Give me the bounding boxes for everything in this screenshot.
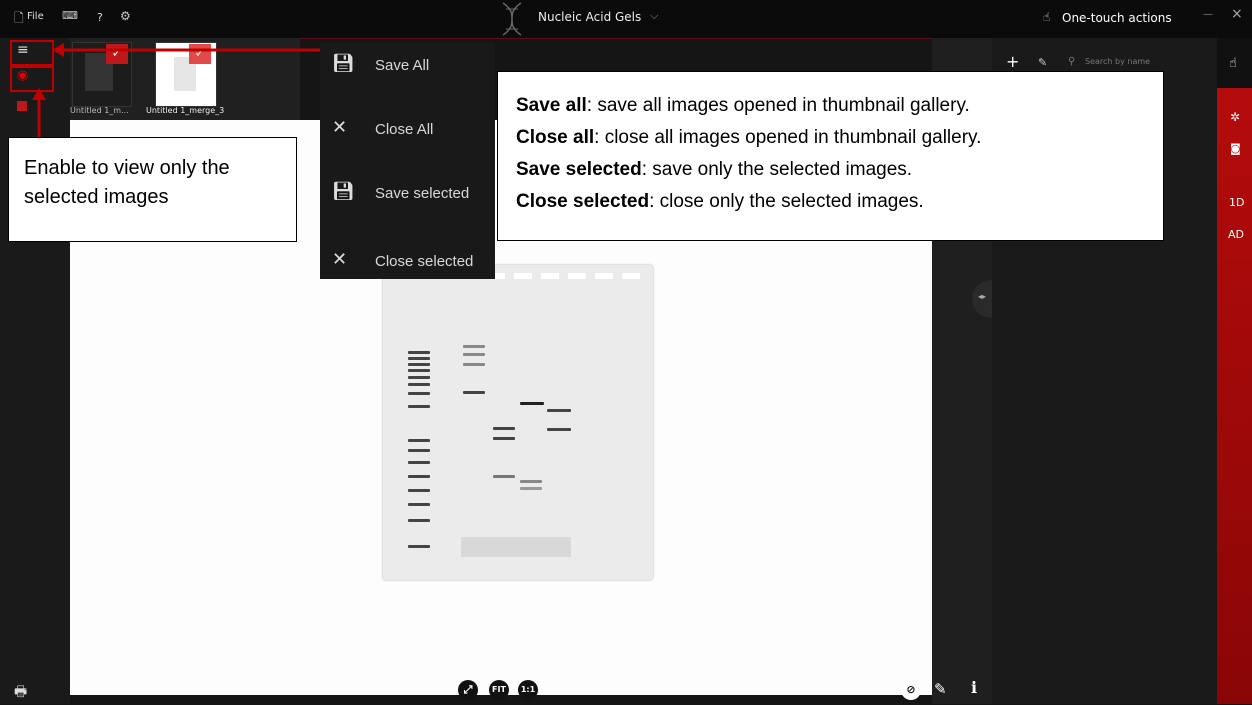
term: Save selected	[516, 159, 642, 180]
fit-button[interactable]: FIT	[489, 680, 509, 700]
ladder-band	[408, 369, 430, 372]
description-list: Save all: save all images opened in thum…	[516, 90, 981, 218]
sample-band	[463, 363, 485, 366]
search-input[interactable]: Search by name	[1085, 57, 1150, 66]
description-close-all: Close all: close all images opened in th…	[516, 122, 981, 154]
term: Save all	[516, 95, 587, 116]
ladder-band	[408, 439, 430, 442]
close-icon: ✕	[332, 117, 348, 138]
tool-1d[interactable]: 1D	[1229, 196, 1244, 209]
term: Close selected	[516, 191, 650, 212]
camera-icon[interactable]: ◙	[1230, 142, 1241, 155]
sample-band	[463, 353, 485, 356]
ladder-band	[408, 545, 430, 548]
menu-item-save-all[interactable]: 💾︎ Save All	[320, 43, 495, 93]
menu-item-close-selected[interactable]: ✕ Close selected	[320, 229, 495, 279]
sample-band	[547, 409, 571, 412]
ladder-band	[408, 489, 430, 492]
one-to-one-button[interactable]: 1:1	[518, 680, 538, 700]
save-icon: 💾︎	[332, 53, 355, 74]
expand-icon[interactable]: ⤢	[458, 680, 478, 700]
term-description: : save only the selected images.	[641, 159, 913, 180]
edit-icon[interactable]: ✎	[1038, 56, 1047, 69]
ladder-band	[408, 383, 430, 386]
aperture-icon[interactable]: ✲	[1230, 110, 1240, 124]
ladder-band	[408, 405, 430, 408]
ladder-band	[408, 357, 430, 360]
close-icon: ✕	[332, 249, 348, 270]
sample-band	[493, 475, 515, 478]
menu-item-label: Close selected	[375, 253, 474, 270]
menu-item-label: Save All	[375, 57, 430, 74]
ladder-band	[408, 461, 430, 464]
primer-smear	[461, 537, 571, 557]
sample-band	[493, 427, 515, 430]
tools-sidebar	[1217, 38, 1252, 704]
description-close-selected: Close selected: close only the selected …	[516, 186, 981, 218]
description-save-selected: Save selected: save only the selected im…	[516, 154, 981, 186]
ladder-band	[408, 376, 430, 379]
sample-band	[520, 480, 542, 483]
sample-band	[520, 487, 542, 490]
search-icon: ⚲	[1068, 56, 1076, 67]
menu-description-callout: Save all: save all images opened in thum…	[497, 71, 1164, 241]
gel-image	[383, 265, 653, 580]
sample-band	[463, 345, 485, 348]
description-save-all: Save all: save all images opened in thum…	[516, 90, 981, 122]
view-selected-callout: Enable to view only the selected images	[8, 137, 297, 242]
ladder-band	[408, 449, 430, 452]
add-button[interactable]: +	[1006, 52, 1019, 71]
pencil-icon[interactable]: ✎	[934, 680, 947, 698]
ladder-band	[408, 363, 430, 366]
callout-text: Enable to view only the selected images	[24, 157, 230, 208]
invert-icon[interactable]: ⊘	[901, 680, 921, 700]
info-button[interactable]: i	[971, 678, 977, 697]
menu-item-close-all[interactable]: ✕ Close All	[320, 105, 495, 155]
ladder-band	[408, 392, 430, 395]
ladder-band	[408, 519, 430, 522]
collapse-arrows-icon[interactable]: ◂▸	[978, 292, 986, 301]
tool-ad[interactable]: AD	[1228, 228, 1244, 241]
menu-item-label: Save selected	[375, 185, 470, 202]
gallery-menu: 💾︎ Save All ✕ Close All 💾︎ Save selected…	[320, 43, 495, 279]
term-description: : close only the selected images.	[649, 191, 924, 212]
ladder-band	[408, 503, 430, 506]
term: Close all	[516, 127, 595, 148]
sample-band	[520, 402, 544, 405]
menu-item-save-selected[interactable]: 💾︎ Save selected	[320, 169, 495, 219]
ladder-band	[408, 475, 430, 478]
touch-icon[interactable]: ☝	[1229, 56, 1237, 71]
sample-band	[463, 391, 485, 394]
ladder-band	[408, 351, 430, 354]
sample-band	[547, 428, 571, 431]
menu-item-label: Close All	[375, 121, 434, 138]
term-description: : save all images opened in thumbnail ga…	[586, 95, 970, 116]
term-description: : close all images opened in thumbnail g…	[594, 127, 982, 148]
save-icon: 💾︎	[332, 181, 355, 202]
sample-band	[493, 437, 515, 440]
